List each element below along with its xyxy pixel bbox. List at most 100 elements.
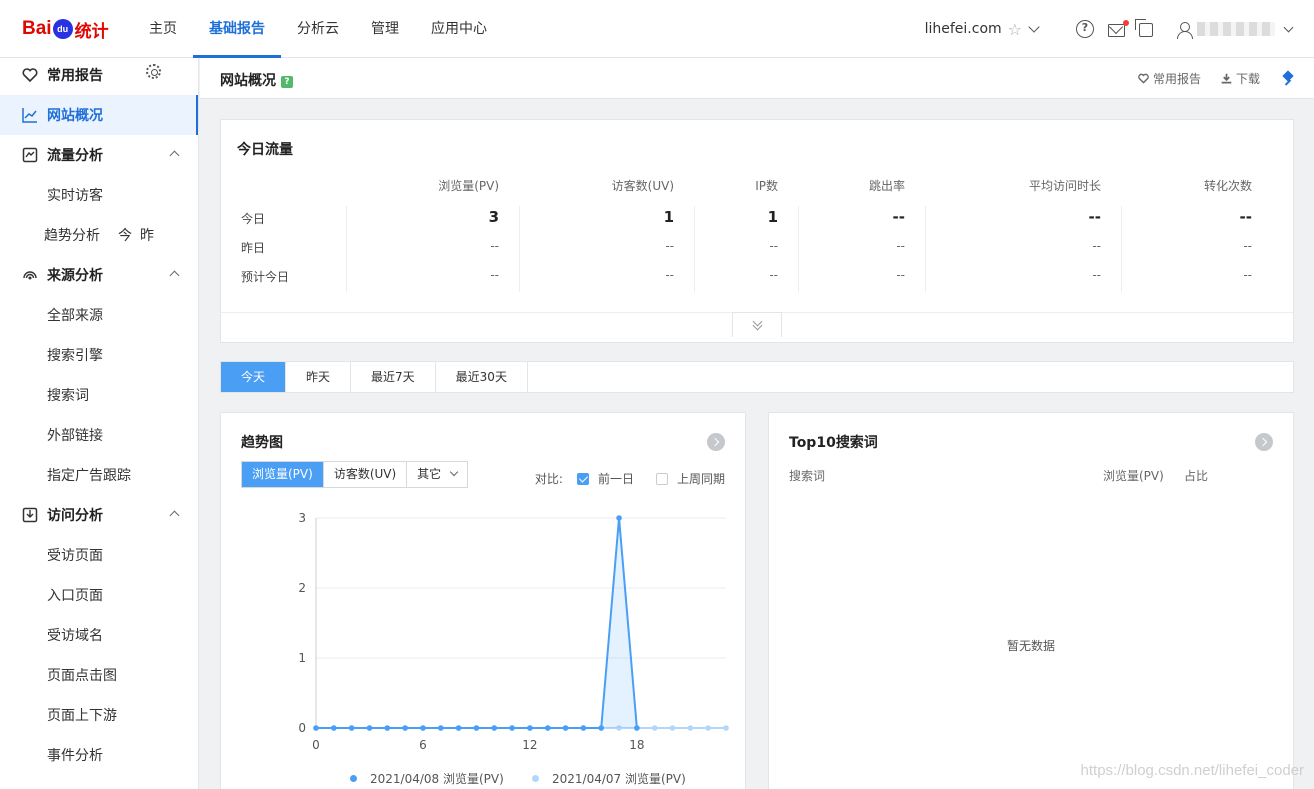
nav-analytics-cloud[interactable]: 分析云 — [281, 0, 355, 58]
data-point — [509, 725, 515, 731]
trend-today-link[interactable]: 今 — [118, 228, 132, 244]
sidebar-item-search-word[interactable]: 搜索词 — [0, 375, 198, 415]
mail-icon[interactable] — [1108, 19, 1129, 37]
sidebar-item-favorites[interactable]: 常用报告 — [0, 55, 198, 95]
metric-pv-button[interactable]: 浏览量(PV) — [242, 462, 324, 487]
sidebar-item-traffic[interactable]: 流量分析 — [0, 135, 198, 175]
nav-basic-report[interactable]: 基础报告 — [193, 0, 281, 58]
sidebar-item-all-source[interactable]: 全部来源 — [0, 295, 198, 335]
sidebar-item-page-click[interactable]: 页面点击图 — [0, 655, 198, 695]
data-point — [527, 725, 533, 731]
table-cell: -- — [490, 268, 499, 282]
tab-today[interactable]: 今天 — [221, 362, 287, 392]
sidebar-item-visited-domain[interactable]: 受访域名 — [0, 615, 198, 655]
sidebar-item-visit[interactable]: 访问分析 — [0, 495, 198, 535]
legend-item-yesterday[interactable]: 2021/04/07 浏览量(PV) — [532, 770, 686, 787]
data-point — [723, 725, 729, 731]
arrow-right-icon[interactable] — [707, 433, 725, 451]
notification-dot — [1123, 19, 1129, 26]
data-point — [313, 725, 319, 731]
user-menu[interactable] — [1177, 21, 1294, 39]
data-point — [437, 725, 444, 731]
arrow-right-icon[interactable] — [1255, 433, 1273, 451]
data-point — [580, 725, 587, 731]
col-header-search-word: 搜索词 — [789, 469, 826, 483]
col-header-avg-time: 平均访问时长 — [1028, 179, 1101, 193]
table-cell: -- — [1239, 208, 1252, 226]
metric-other-dropdown[interactable]: 其它 — [407, 462, 467, 487]
tab-last-7-days[interactable]: 最近7天 — [351, 362, 436, 392]
x-tick-label: 6 — [419, 738, 427, 752]
table-cell: -- — [896, 239, 905, 253]
site-selector[interactable]: lihefei.com ☆ — [925, 20, 1040, 39]
table-cell: -- — [892, 208, 905, 226]
sidebar-item-realtime[interactable]: 实时访客 — [0, 175, 198, 215]
pin-icon[interactable] — [1282, 72, 1294, 86]
legend-item-today[interactable]: 2021/04/08 浏览量(PV) — [350, 770, 504, 787]
compare-last-week-checkbox[interactable] — [655, 472, 668, 485]
data-point — [669, 725, 676, 731]
compare-last-week-label: 上周同期 — [676, 472, 725, 486]
table-cell: -- — [896, 268, 905, 282]
metric-selector: 浏览量(PV) 访客数(UV) 其它 — [241, 461, 469, 488]
table-cell: -- — [665, 239, 674, 253]
top10-title: Top10搜索词 — [789, 435, 878, 451]
data-point — [616, 515, 622, 521]
nav-manage[interactable]: 管理 — [355, 0, 415, 58]
tab-last-30-days[interactable]: 最近30天 — [436, 362, 528, 392]
col-header-conversion: 转化次数 — [1203, 179, 1252, 193]
sidebar-item-entry-page[interactable]: 入口页面 — [0, 575, 198, 615]
sidebar-item-external-link[interactable]: 外部链接 — [0, 415, 198, 455]
add-favorite-button[interactable]: 常用报告 — [1138, 70, 1201, 87]
baidu-tongji-logo[interactable]: Bai du 统计 — [22, 14, 109, 44]
series-area — [316, 518, 637, 728]
series-line — [316, 517, 638, 729]
data-point — [598, 725, 605, 731]
sidebar-item-overview[interactable]: 网站概况 — [0, 95, 198, 135]
metric-uv-button[interactable]: 访客数(UV) — [324, 462, 408, 487]
y-tick-label: 1 — [298, 651, 306, 665]
nav-app-center[interactable]: 应用中心 — [415, 0, 503, 58]
table-cell: -- — [769, 239, 778, 253]
sidebar-item-page-flow[interactable]: 页面上下游 — [0, 695, 198, 735]
signal-icon — [23, 271, 37, 280]
compare-options: 对比: 前一日 上周同期 — [535, 470, 725, 487]
data-point — [420, 725, 426, 731]
sidebar-item-search-engine[interactable]: 搜索引擎 — [0, 335, 198, 375]
data-point — [455, 725, 462, 731]
sidebar-item-visited-page[interactable]: 受访页面 — [0, 535, 198, 575]
sidebar-item-source[interactable]: 来源分析 — [0, 255, 198, 295]
y-tick-label: 3 — [298, 511, 306, 525]
help-badge-icon[interactable]: ? — [281, 76, 293, 88]
trend-yesterday-link[interactable]: 昨 — [140, 228, 154, 244]
compare-prev-day-label: 前一日 — [597, 472, 634, 486]
download-button[interactable]: 下载 — [1221, 70, 1260, 87]
nav-home[interactable]: 主页 — [133, 0, 193, 58]
chevron-down-icon — [1283, 22, 1294, 32]
trend-chart: 01230 6 12 18 — [298, 511, 729, 752]
date-range-tabs: 今天 昨天 最近7天 最近30天 — [220, 361, 1294, 393]
chevron-down-icon — [449, 467, 459, 477]
expand-button[interactable] — [732, 312, 782, 337]
sidebar-item-trend[interactable]: 趋势分析 今昨 — [0, 215, 198, 255]
sidebar-item-event[interactable]: 事件分析 — [0, 735, 198, 775]
data-point — [366, 725, 373, 731]
row-label-yesterday: 昨日 — [241, 241, 266, 255]
download-icon — [1221, 73, 1232, 84]
help-icon[interactable]: ? — [1076, 20, 1094, 38]
legend-dot — [350, 775, 357, 782]
table-cell: -- — [665, 268, 674, 282]
sidebar-item-ad-track[interactable]: 指定广告跟踪 — [0, 455, 198, 495]
tab-yesterday[interactable]: 昨天 — [286, 362, 352, 392]
col-header-pv: 浏览量(PV) — [438, 179, 499, 193]
gear-icon[interactable] — [146, 64, 161, 79]
copy-icon[interactable] — [1135, 19, 1153, 37]
table-cell: -- — [1243, 239, 1252, 253]
compare-prev-day-checkbox[interactable] — [576, 472, 589, 485]
user-icon — [1177, 21, 1193, 39]
x-tick-label: 12 — [522, 738, 537, 752]
paw-icon: du — [52, 19, 73, 39]
col-header-bounce: 跳出率 — [868, 179, 905, 193]
heart-icon — [1138, 73, 1149, 84]
star-icon[interactable]: ☆ — [1008, 20, 1022, 39]
